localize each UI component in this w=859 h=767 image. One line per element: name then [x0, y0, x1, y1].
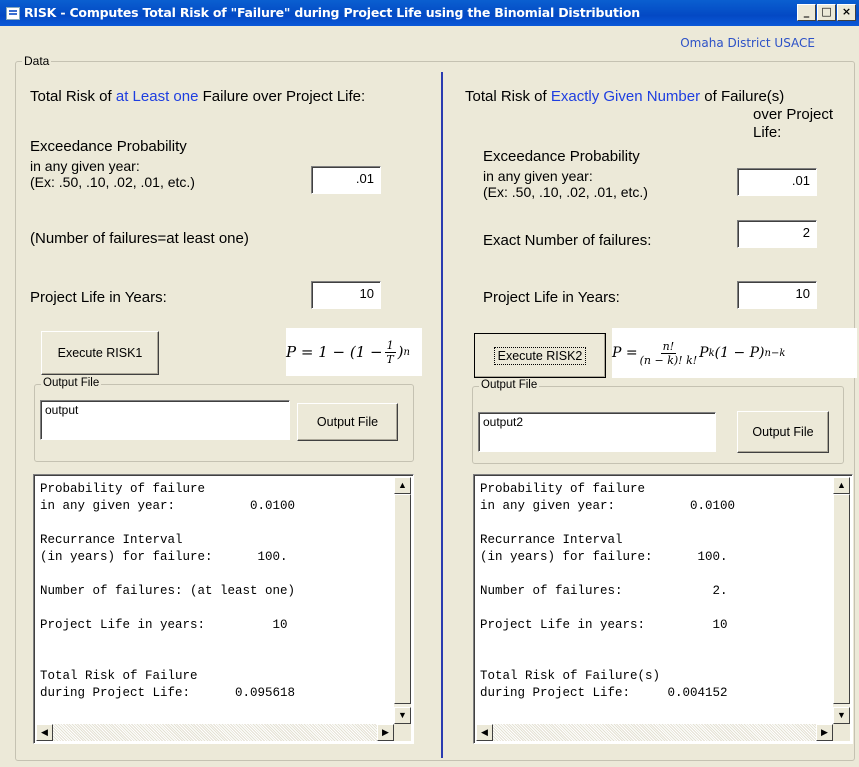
- execute-risk2-label: Execute RISK2: [493, 346, 587, 365]
- right-output-legend: Output File: [479, 379, 540, 391]
- right-exact-failures-label: Exact Number of failures:: [483, 232, 652, 249]
- execute-risk1-label: Execute RISK1: [57, 346, 143, 360]
- right-output-file-label: Output File: [752, 425, 814, 439]
- formula2-exp-nk: n−k: [764, 347, 786, 359]
- right-heading-suffix-2: over Project: [753, 106, 834, 123]
- right-scroll-thumb[interactable]: [833, 494, 850, 704]
- right-heading-highlight: Exactly Given Number: [550, 88, 701, 105]
- right-scroll-corner: [833, 724, 850, 741]
- formula1-exp: n: [403, 346, 410, 358]
- left-failures-note: (Number of failures=at least one): [30, 230, 249, 247]
- scroll-left-icon[interactable]: ◀: [476, 724, 493, 741]
- right-heading: Total Risk of Exactly Given Number of Fa…: [465, 88, 784, 106]
- left-scroll-thumb[interactable]: [394, 494, 411, 704]
- scroll-up-icon[interactable]: ▲: [833, 477, 850, 494]
- org-label: Omaha District USACE: [680, 36, 815, 50]
- window-title: RISK - Computes Total Risk of "Failure" …: [24, 5, 640, 20]
- left-exceedance-line1: Exceedance Probability: [30, 138, 187, 155]
- scroll-down-icon[interactable]: ▼: [833, 707, 850, 724]
- maximize-button[interactable]: □: [817, 4, 836, 21]
- formula2-mid: P: [699, 345, 709, 361]
- right-heading-suffix-3: Life:: [753, 124, 782, 141]
- scroll-down-icon[interactable]: ▼: [394, 707, 411, 724]
- right-project-life-label: Project Life in Years:: [483, 289, 620, 306]
- scroll-right-icon[interactable]: ▶: [816, 724, 833, 741]
- left-heading-suffix: Failure over Project Life:: [202, 88, 366, 105]
- left-output-file-button[interactable]: Output File: [297, 403, 398, 441]
- right-output-input[interactable]: output2: [478, 412, 716, 452]
- left-results-memo[interactable]: Probability of failure in any given year…: [33, 474, 414, 744]
- left-project-life-label: Project Life in Years:: [30, 289, 167, 306]
- left-heading-prefix: Total Risk of: [30, 88, 112, 105]
- scroll-left-icon[interactable]: ◀: [36, 724, 53, 741]
- execute-risk1-button[interactable]: Execute RISK1: [41, 331, 159, 375]
- scroll-right-icon[interactable]: ▶: [377, 724, 394, 741]
- left-output-legend: Output File: [41, 377, 102, 389]
- left-results-text: Probability of failure in any given year…: [40, 482, 296, 700]
- right-vertical-scrollbar[interactable]: ▲ ▼: [833, 477, 850, 724]
- close-button[interactable]: ×: [837, 4, 856, 21]
- right-project-life-input[interactable]: 10: [737, 281, 817, 309]
- left-exceedance-input[interactable]: .01: [311, 166, 381, 194]
- formula2-rhs: (1 − P): [714, 345, 765, 361]
- formula1-num: 1: [384, 338, 396, 353]
- right-results-text: Probability of failure in any given year…: [480, 482, 736, 700]
- formula1-lhs: P = 1 − (1 −: [286, 343, 383, 361]
- formula-risk1: P = 1 − (1 − 1T ) n: [286, 328, 422, 376]
- panel-divider: [441, 72, 443, 758]
- left-exceedance-line2: in any given year:: [30, 158, 140, 174]
- right-horizontal-scrollbar[interactable]: ◀ ▶: [476, 724, 833, 741]
- left-project-life-input[interactable]: 10: [311, 281, 381, 309]
- right-heading-suffix-1: of Failure(s): [704, 88, 785, 105]
- left-output-file-label: Output File: [316, 415, 379, 429]
- scroll-up-icon[interactable]: ▲: [394, 477, 411, 494]
- right-exceedance-line2: in any given year:: [483, 168, 593, 184]
- right-exceedance-line3: (Ex: .50, .10, .02, .01, etc.): [483, 184, 648, 200]
- formula-risk2: P = n! (n − k)! k! Pk (1 − P) n−k: [612, 328, 857, 378]
- formula2-den: (n − k)! k!: [639, 353, 698, 367]
- left-heading-highlight: at Least one: [115, 88, 199, 105]
- right-exceedance-input[interactable]: .01: [737, 168, 817, 196]
- title-bar[interactable]: RISK - Computes Total Risk of "Failure" …: [0, 0, 859, 26]
- right-exact-failures-input[interactable]: 2: [737, 220, 817, 248]
- data-legend: Data: [22, 54, 52, 68]
- left-exceedance-line3: (Ex: .50, .10, .02, .01, etc.): [30, 174, 195, 190]
- execute-risk2-button[interactable]: Execute RISK2: [474, 333, 606, 378]
- app-window-icon[interactable]: [6, 7, 20, 20]
- right-exceedance-line1: Exceedance Probability: [483, 148, 640, 165]
- left-output-input[interactable]: output: [40, 400, 290, 440]
- formula2-num: n!: [660, 339, 677, 354]
- formula1-den: T: [386, 352, 394, 366]
- minimize-button[interactable]: _: [797, 4, 816, 21]
- left-scroll-corner: [394, 724, 411, 741]
- right-results-memo[interactable]: Probability of failure in any given year…: [473, 474, 853, 744]
- left-heading: Total Risk of at Least one Failure over …: [30, 88, 365, 106]
- left-horizontal-scrollbar[interactable]: ◀ ▶: [36, 724, 394, 741]
- formula2-lhs: P =: [612, 345, 638, 361]
- right-output-file-button[interactable]: Output File: [737, 411, 829, 453]
- left-vertical-scrollbar[interactable]: ▲ ▼: [394, 477, 411, 724]
- right-heading-prefix: Total Risk of: [465, 88, 547, 105]
